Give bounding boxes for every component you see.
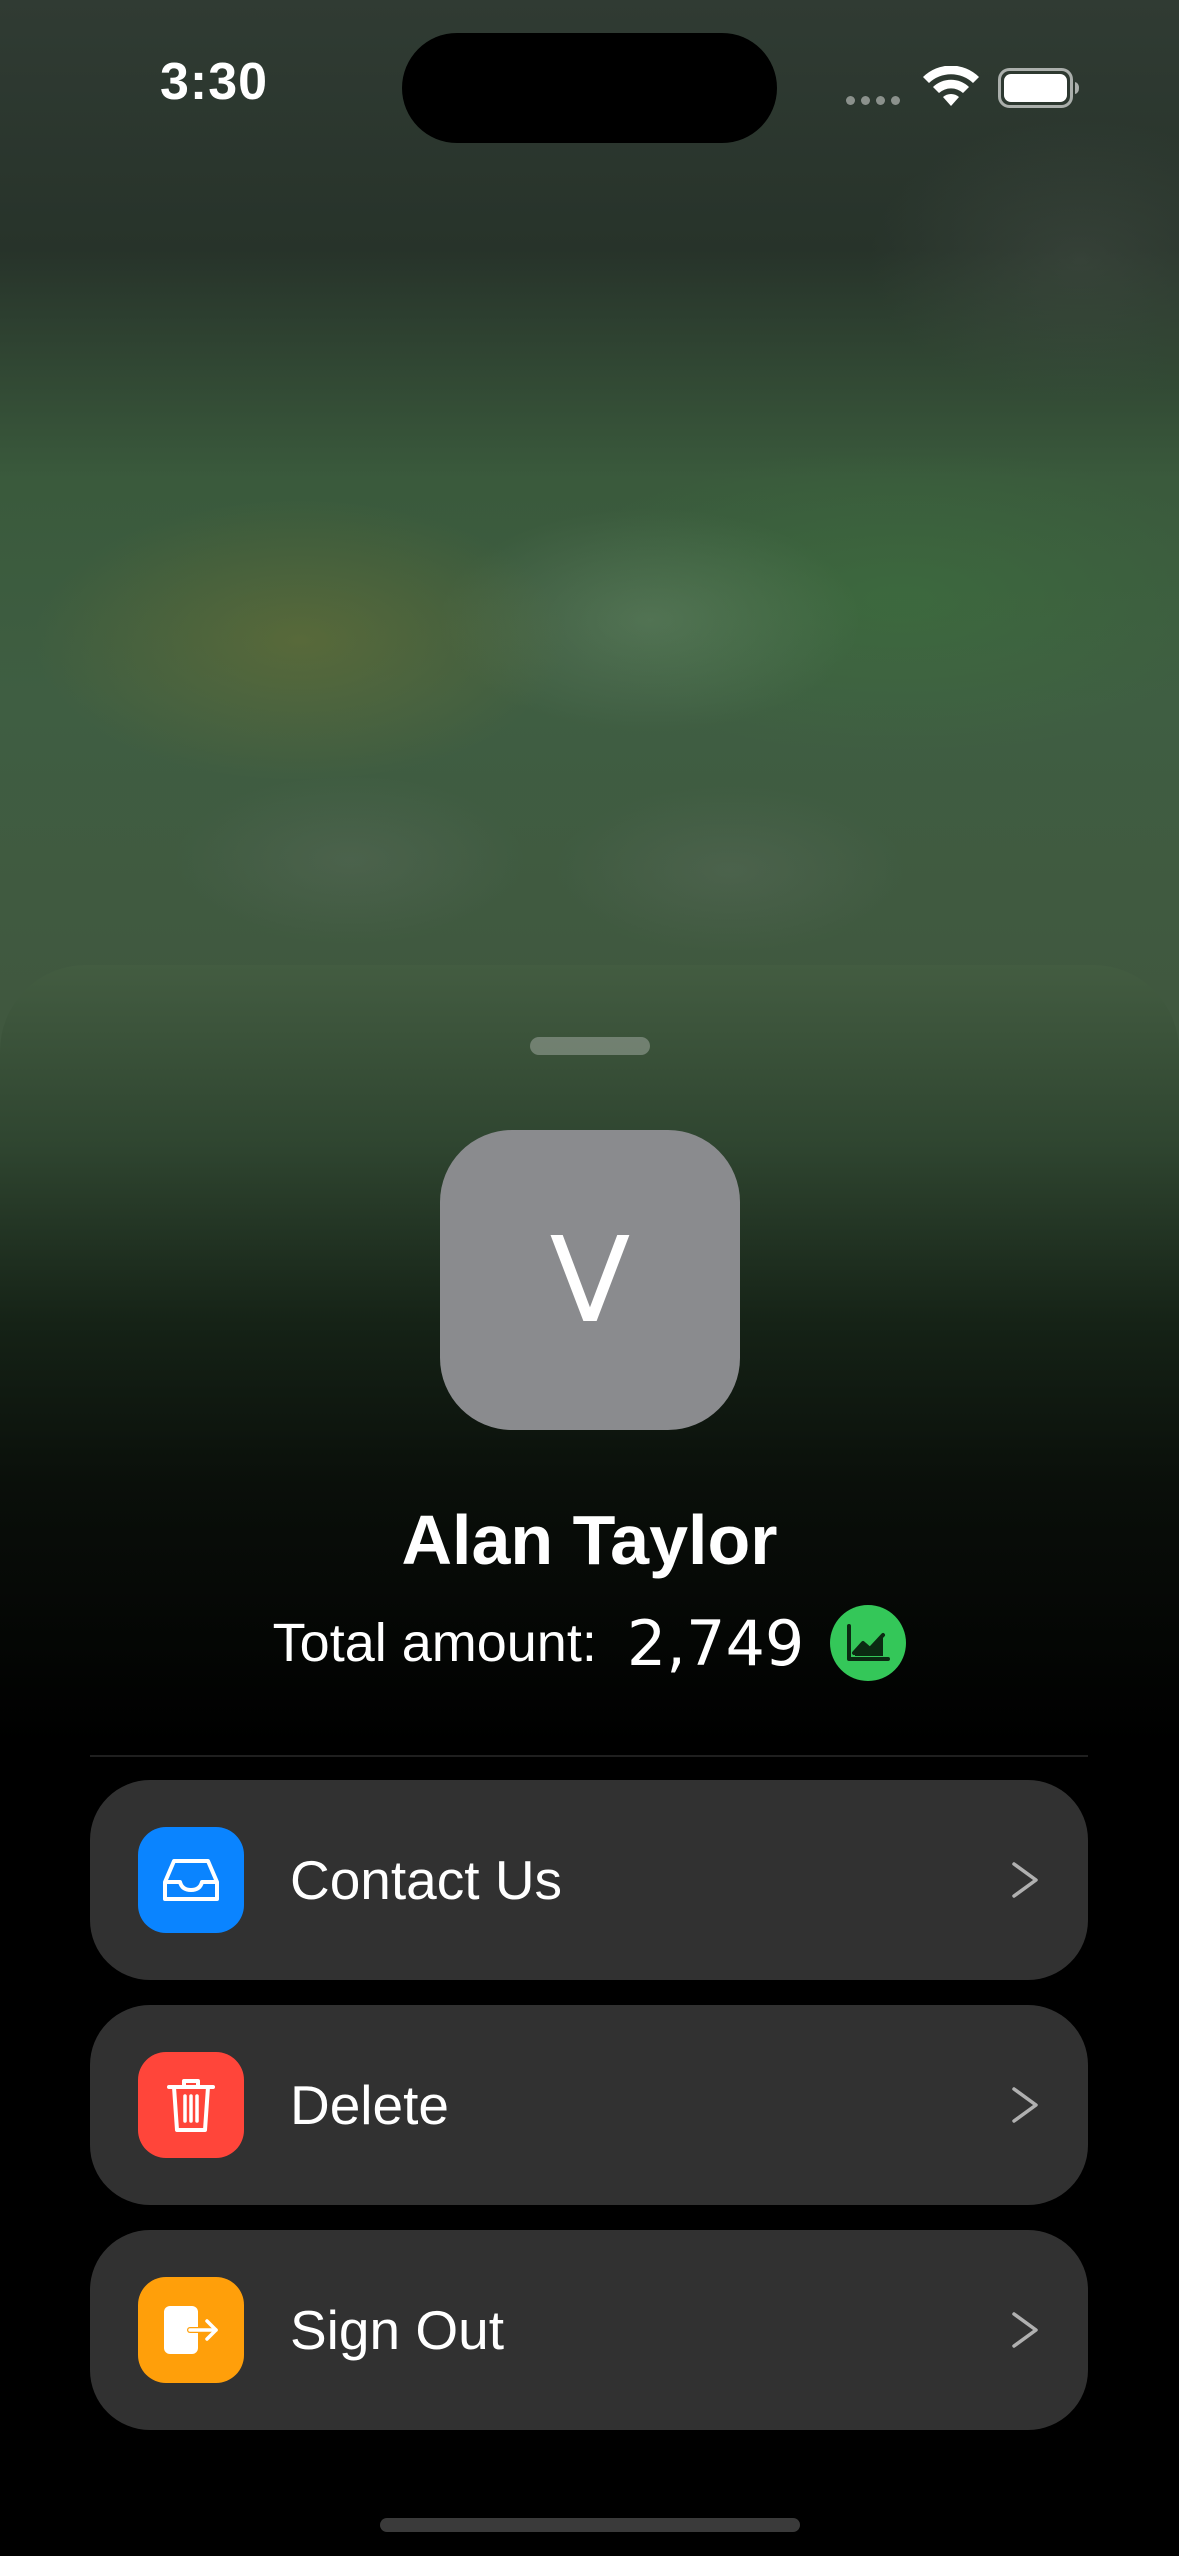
- total-amount-label: Total amount:: [272, 1613, 597, 1673]
- battery-icon: [998, 68, 1079, 108]
- status-time: 3:30: [160, 53, 269, 111]
- delete-row[interactable]: Delete: [90, 2005, 1088, 2205]
- inbox-tray-icon: [138, 1827, 244, 1933]
- contact-us-label: Contact Us: [290, 1849, 563, 1911]
- dynamic-island: [402, 33, 777, 143]
- sign-out-icon: [138, 2277, 244, 2383]
- delete-label: Delete: [290, 2074, 449, 2136]
- trash-icon: [138, 2052, 244, 2158]
- sign-out-row[interactable]: Sign Out: [90, 2230, 1088, 2430]
- wifi-icon: [923, 66, 979, 106]
- screen: 3:30 V Alan Taylor Total amount: 2,749 C…: [0, 0, 1179, 2556]
- chart-line-icon[interactable]: [830, 1605, 907, 1681]
- avatar: V: [440, 1130, 740, 1430]
- chevron-right-icon: [1012, 2087, 1038, 2123]
- home-indicator[interactable]: [380, 2518, 800, 2532]
- signal-dots-icon: [846, 96, 900, 105]
- total-amount-row: Total amount: 2,749: [0, 1605, 1179, 1681]
- divider: [90, 1755, 1088, 1757]
- avatar-initial: V: [549, 1211, 631, 1349]
- chevron-right-icon: [1012, 1862, 1038, 1898]
- blurred-background: [0, 0, 1179, 1100]
- contact-us-row[interactable]: Contact Us: [90, 1780, 1088, 1980]
- user-name: Alan Taylor: [401, 1501, 778, 1579]
- sign-out-label: Sign Out: [290, 2299, 505, 2361]
- total-amount-value: 2,749: [626, 1606, 805, 1680]
- chevron-right-icon: [1012, 2312, 1038, 2348]
- profile-sheet: V Alan Taylor Total amount: 2,749 Contac…: [0, 965, 1179, 2556]
- sheet-grabber[interactable]: [530, 1037, 650, 1055]
